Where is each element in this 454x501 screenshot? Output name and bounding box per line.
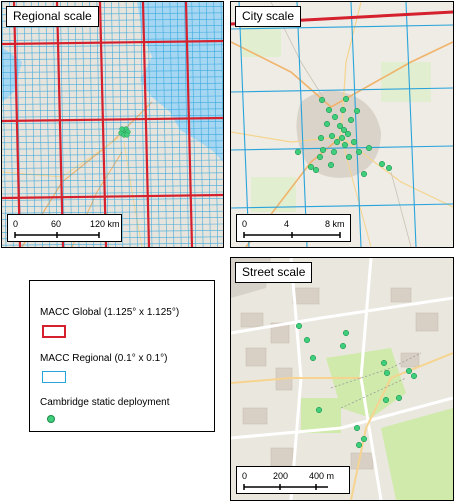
scale-label-mid: 60 [51, 219, 62, 229]
sensor-point [317, 134, 325, 142]
sensor-point [360, 435, 368, 443]
sensor-point [330, 148, 338, 156]
sensor-point [365, 144, 373, 152]
sensor-point [385, 164, 393, 172]
sensor-point [341, 141, 349, 149]
sensor-point [378, 160, 386, 168]
sensor-point [327, 161, 335, 169]
sensor-point [339, 342, 347, 350]
sensor-point [360, 170, 368, 178]
scale-bar [243, 232, 341, 238]
sensor-point [124, 132, 130, 138]
sensor-point [294, 148, 302, 156]
legend-label-global: MACC Global (1.125° x 1.125°) [40, 307, 180, 318]
scale-label-end: 8 km [325, 219, 345, 229]
city-scale-panel: City scale 0 4 8 km [230, 1, 454, 248]
sensor-point [318, 96, 326, 104]
sensor-point [315, 406, 323, 414]
sensor-point [342, 329, 350, 337]
scale-label-end: 400 m [309, 471, 335, 481]
sensor-point [395, 394, 403, 402]
sensor-point [383, 369, 391, 377]
sensor-point [353, 107, 361, 115]
sensor-point [347, 116, 355, 124]
sensor-point [342, 95, 350, 103]
legend-label-sensor: Cambridge static deployment [40, 397, 170, 408]
sensor-point [410, 372, 418, 380]
sensor-point [307, 163, 315, 171]
legend-label-regional: MACC Regional (0.1° x 0.1°) [40, 353, 168, 364]
sensor-point [323, 120, 331, 128]
legend-symbol-regional-box [42, 371, 66, 383]
sensor-point [316, 153, 324, 161]
scale-bar [243, 484, 328, 490]
scale-label-end: 120 km [90, 219, 120, 229]
legend-symbol-global-box [42, 325, 66, 338]
sensor-point [328, 132, 336, 140]
sensor-point [303, 336, 311, 344]
sensor-point [382, 396, 390, 404]
city-scalebar: 0 4 8 km [236, 214, 351, 242]
scale-label-0: 0 [242, 471, 248, 481]
sensor-point [355, 148, 363, 156]
street-scalebar: 0 200 400 m [236, 466, 350, 494]
street-scale-panel: Street scale 0 200 400 m [230, 257, 454, 501]
city-scale-title: City scale [235, 6, 302, 27]
regional-scale-panel: Regional scale 0 60 120 km [1, 1, 224, 248]
scale-label-0: 0 [13, 219, 19, 229]
regional-scalebar: 0 60 120 km [7, 214, 122, 242]
scale-label-mid: 4 [284, 219, 290, 229]
map-legend: MACC Global (1.125° x 1.125°) MACC Regio… [29, 280, 215, 432]
sensor-point [353, 424, 361, 432]
scale-label-0: 0 [242, 219, 248, 229]
scale-bar [14, 232, 100, 238]
sensor-point [380, 359, 388, 367]
sensor-point [339, 106, 347, 114]
sensor-point [119, 126, 125, 132]
sensor-point [319, 146, 327, 154]
regional-scale-title: Regional scale [6, 6, 99, 27]
sensor-point [344, 130, 352, 138]
scale-label-mid: 200 [273, 471, 289, 481]
sensor-point [355, 441, 363, 449]
sensor-point [331, 113, 339, 121]
sensor-point [309, 354, 317, 362]
sensor-point [350, 138, 358, 146]
street-map [231, 258, 453, 500]
sensor-point [338, 134, 346, 142]
regional-map [2, 2, 223, 247]
city-map [231, 2, 453, 247]
sensor-point [295, 322, 303, 330]
street-scale-title: Street scale [235, 262, 313, 283]
sensor-point [325, 106, 333, 114]
sensor-point [345, 153, 353, 161]
sensor-point [405, 367, 413, 375]
legend-symbol-sensor-dot [47, 415, 55, 423]
sensor-point [312, 166, 320, 174]
sensor-point [333, 138, 341, 146]
